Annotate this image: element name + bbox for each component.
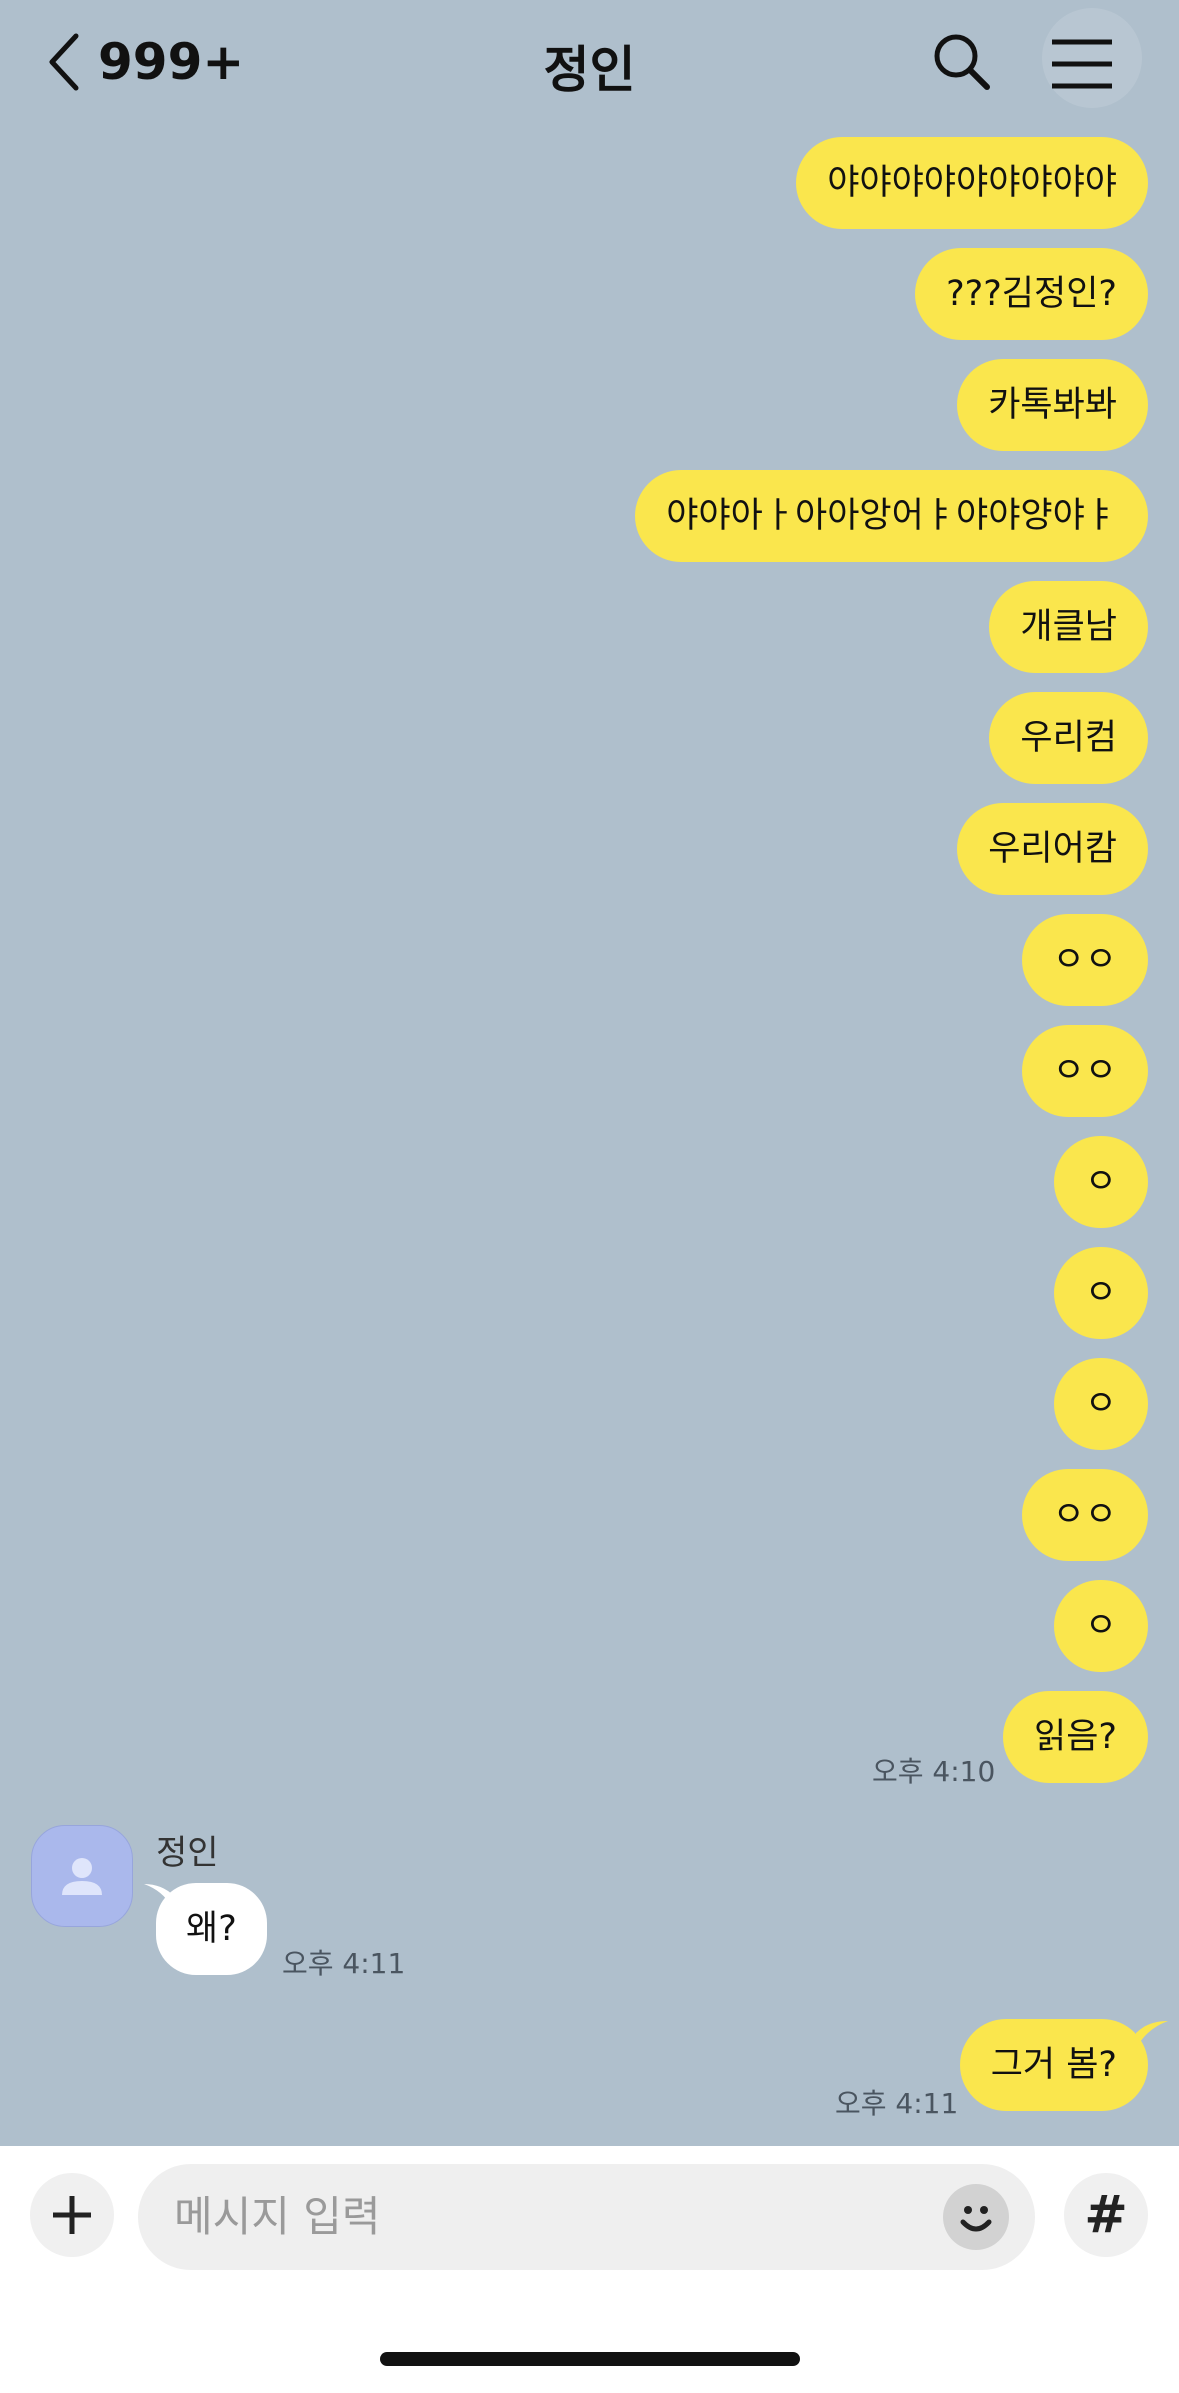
sent-message[interactable]: ㅇ: [1053, 1358, 1148, 1450]
home-indicator: [380, 2352, 800, 2366]
avatar[interactable]: [31, 1825, 133, 1927]
sent-message[interactable]: 야야아ㅏ아아앙어ㅑ야야양야ㅑ: [635, 470, 1148, 562]
smile-icon: [960, 2206, 992, 2232]
message-input-placeholder: 메시지 입력: [174, 2192, 381, 2241]
sent-message[interactable]: 읽음?: [1003, 1691, 1148, 1783]
sent-message[interactable]: ㅇ: [1053, 1136, 1148, 1228]
bubble-tail: [1136, 2021, 1168, 2049]
sent-message[interactable]: 카톡봐봐: [957, 359, 1148, 451]
chat-header: 999+ 정인: [0, 0, 1179, 130]
sent-message[interactable]: ㅇ: [1053, 1580, 1148, 1672]
sent-message[interactable]: 우리컴: [989, 692, 1148, 784]
plus-icon: [53, 2196, 91, 2234]
message-time: 오후 4:11: [282, 1947, 406, 1980]
default-profile-icon: [62, 1858, 102, 1895]
sent-message[interactable]: 야야야야야야야야야: [796, 137, 1148, 229]
received-message[interactable]: 왜?: [156, 1883, 267, 1975]
emoticon-button[interactable]: [943, 2184, 1009, 2250]
message-time: 오후 4:11: [835, 2087, 959, 2120]
attach-button[interactable]: [30, 2173, 114, 2257]
search-icon[interactable]: [932, 32, 992, 92]
sent-message[interactable]: ???김정인?: [915, 248, 1148, 340]
message-time: 오후 4:10: [872, 1755, 996, 1788]
sent-message[interactable]: ㅇㅇ: [1021, 914, 1148, 1006]
chat-title: 정인: [543, 41, 636, 99]
message-input[interactable]: 메시지 입력: [138, 2164, 1035, 2270]
sent-message[interactable]: ㅇ: [1053, 1247, 1148, 1339]
sent-message[interactable]: 우리어캄: [957, 803, 1148, 895]
hamburger-menu-icon[interactable]: [1050, 36, 1114, 92]
sent-message[interactable]: ㅇㅇ: [1021, 1025, 1148, 1117]
hashtag-icon: #: [1084, 2185, 1128, 2245]
sent-message[interactable]: 그거 봄?: [959, 2019, 1148, 2111]
sent-message[interactable]: 개클남: [989, 581, 1148, 673]
sender-name: 정인: [156, 1833, 219, 1873]
hashtag-button[interactable]: #: [1064, 2173, 1148, 2257]
sent-message[interactable]: ㅇㅇ: [1021, 1469, 1148, 1561]
